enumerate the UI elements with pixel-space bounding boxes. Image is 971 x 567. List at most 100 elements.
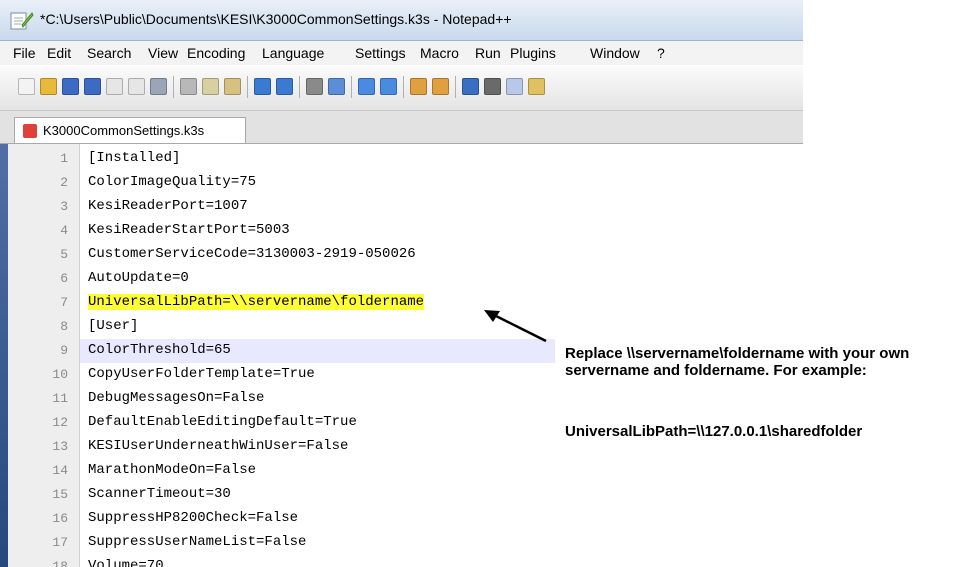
menu-edit[interactable]: Edit (47, 45, 71, 61)
editor-line[interactable]: 4 KesiReaderStartPort=5003 (0, 219, 803, 243)
replace-icon[interactable] (328, 78, 345, 95)
unsaved-file-icon (23, 124, 37, 138)
line-text: ScannerTimeout=30 (88, 486, 231, 502)
editor-line[interactable]: 16 SuppressHP8200Check=False (0, 507, 803, 531)
line-number: 18 (52, 559, 68, 567)
line-number: 3 (60, 199, 68, 214)
zoom-out-icon[interactable] (380, 78, 397, 95)
line-number: 5 (60, 247, 68, 262)
toolbar-separator (455, 76, 456, 98)
toolbar-separator (247, 76, 248, 98)
editor-line[interactable]: 14 MarathonModeOn=False (0, 459, 803, 483)
undo-icon[interactable] (254, 78, 271, 95)
line-text: MarathonModeOn=False (88, 462, 257, 478)
editor-line[interactable]: 18 Volume=70 (0, 555, 803, 567)
line-text: KesiReaderPort=1007 (88, 198, 248, 214)
toolbar-separator (403, 76, 404, 98)
line-number: 6 (60, 271, 68, 286)
line-number: 13 (52, 439, 68, 454)
annotation-example: UniversalLibPath=\\127.0.0.1\sharedfolde… (565, 423, 863, 440)
close-icon[interactable] (106, 78, 123, 95)
line-text: KesiReaderStartPort=5003 (88, 222, 290, 238)
menu-run[interactable]: Run (475, 45, 501, 61)
line-text: [Installed] (88, 150, 181, 166)
close-all-icon[interactable] (128, 78, 145, 95)
menu-file[interactable]: File (13, 45, 36, 61)
line-text: CopyUserFolderTemplate=True (88, 366, 315, 382)
line-number: 17 (52, 535, 68, 550)
paste-icon[interactable] (224, 78, 241, 95)
line-number: 1 (60, 151, 68, 166)
find-icon[interactable] (306, 78, 323, 95)
menu-search[interactable]: Search (87, 45, 131, 61)
user-lang-icon[interactable] (528, 78, 545, 95)
word-wrap-icon[interactable] (462, 78, 479, 95)
line-number: 14 (52, 463, 68, 478)
line-text: ColorImageQuality=75 (88, 174, 257, 190)
editor-line[interactable]: 8 [User] (0, 315, 803, 339)
save-icon[interactable] (62, 78, 79, 95)
line-text: CustomerServiceCode=3130003-2919-050026 (88, 246, 416, 262)
print-icon[interactable] (150, 78, 167, 95)
menu-view[interactable]: View (148, 45, 178, 61)
menu-macro[interactable]: Macro (420, 45, 459, 61)
line-text: DefaultEnableEditingDefault=True (88, 414, 357, 430)
cut-icon[interactable] (180, 78, 197, 95)
annotation-text: Replace \\servername\foldername with you… (565, 345, 910, 379)
line-text: [User] (88, 318, 139, 334)
editor-line[interactable]: 1 [Installed] (0, 147, 803, 171)
editor-line[interactable]: 15 ScannerTimeout=30 (0, 483, 803, 507)
save-all-icon[interactable] (84, 78, 101, 95)
sync-horizontal-icon[interactable] (432, 78, 449, 95)
line-text: Volume=70 (88, 558, 164, 567)
editor-line[interactable]: 2 ColorImageQuality=75 (0, 171, 803, 195)
toolbar (0, 66, 803, 111)
editor-line[interactable]: 3 KesiReaderPort=1007 (0, 195, 803, 219)
line-number: 16 (52, 511, 68, 526)
editor-line[interactable]: 7 UniversalLibPath=\\servername\foldernam… (0, 291, 803, 315)
line-number: 11 (52, 391, 68, 406)
open-file-icon[interactable] (40, 78, 57, 95)
redo-icon[interactable] (276, 78, 293, 95)
line-text: DebugMessagesOn=False (88, 390, 265, 406)
line-text: SuppressHP8200Check=False (88, 510, 299, 526)
menu-plugins[interactable]: Plugins (510, 45, 556, 61)
new-file-icon[interactable] (18, 78, 35, 95)
title-bar[interactable]: *C:\Users\Public\Documents\KESI\K3000Com… (0, 0, 803, 41)
line-number: 12 (52, 415, 68, 430)
line-number: 15 (52, 487, 68, 502)
toolbar-separator (351, 76, 352, 98)
editor-line[interactable]: 17 SuppressUserNameList=False (0, 531, 803, 555)
line-number: 2 (60, 175, 68, 190)
editor-line[interactable]: 11 DebugMessagesOn=False (0, 387, 803, 411)
line-number: 10 (52, 367, 68, 382)
annotation-arrow (484, 310, 547, 343)
editor-line[interactable]: 5 CustomerServiceCode=3130003-2919-050026 (0, 243, 803, 267)
toolbar-separator (299, 76, 300, 98)
line-text: AutoUpdate=0 (88, 270, 189, 286)
line-number: 9 (60, 343, 68, 358)
tab-bar: K3000CommonSettings.k3s (0, 111, 803, 144)
tab-label: K3000CommonSettings.k3s (43, 123, 205, 138)
highlighted-line-text: UniversalLibPath=\\servername\foldername (88, 294, 425, 310)
line-number: 4 (60, 223, 68, 238)
tab-k3000commonsettings[interactable]: K3000CommonSettings.k3s (14, 117, 246, 143)
window-title: *C:\Users\Public\Documents\KESI\K3000Com… (40, 11, 512, 27)
zoom-in-icon[interactable] (358, 78, 375, 95)
notepadpp-app-icon (10, 12, 34, 30)
line-text: SuppressUserNameList=False (88, 534, 307, 550)
sync-vertical-icon[interactable] (410, 78, 427, 95)
menu-window[interactable]: Window (590, 45, 640, 61)
menu-settings[interactable]: Settings (355, 45, 406, 61)
copy-icon[interactable] (202, 78, 219, 95)
editor-line[interactable]: 6 AutoUpdate=0 (0, 267, 803, 291)
menu-help[interactable]: ? (657, 45, 665, 61)
menu-language[interactable]: Language (262, 45, 324, 61)
menu-encoding[interactable]: Encoding (187, 45, 245, 61)
show-all-chars-icon[interactable] (484, 78, 501, 95)
indent-guide-icon[interactable] (506, 78, 523, 95)
line-number: 7 (60, 295, 68, 310)
line-number: 8 (60, 319, 68, 334)
notepadpp-window: *C:\Users\Public\Documents\KESI\K3000Com… (0, 0, 803, 567)
line-text: ColorThreshold=65 (88, 342, 231, 358)
